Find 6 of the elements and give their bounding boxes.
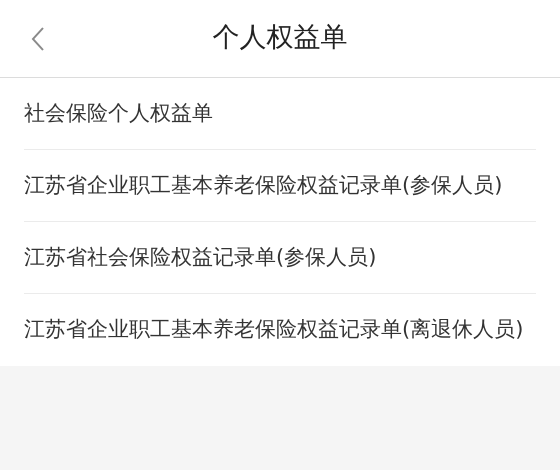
- page-title: 个人权益单: [212, 21, 348, 56]
- list-item[interactable]: 江苏省社会保险权益记录单(参保人员): [24, 222, 536, 294]
- list-item[interactable]: 社会保险个人权益单: [24, 78, 536, 150]
- list-item[interactable]: 江苏省企业职工基本养老保险权益记录单(参保人员): [24, 150, 536, 222]
- list-item[interactable]: 江苏省企业职工基本养老保险权益记录单(离退休人员): [24, 294, 536, 366]
- back-icon: [31, 26, 45, 52]
